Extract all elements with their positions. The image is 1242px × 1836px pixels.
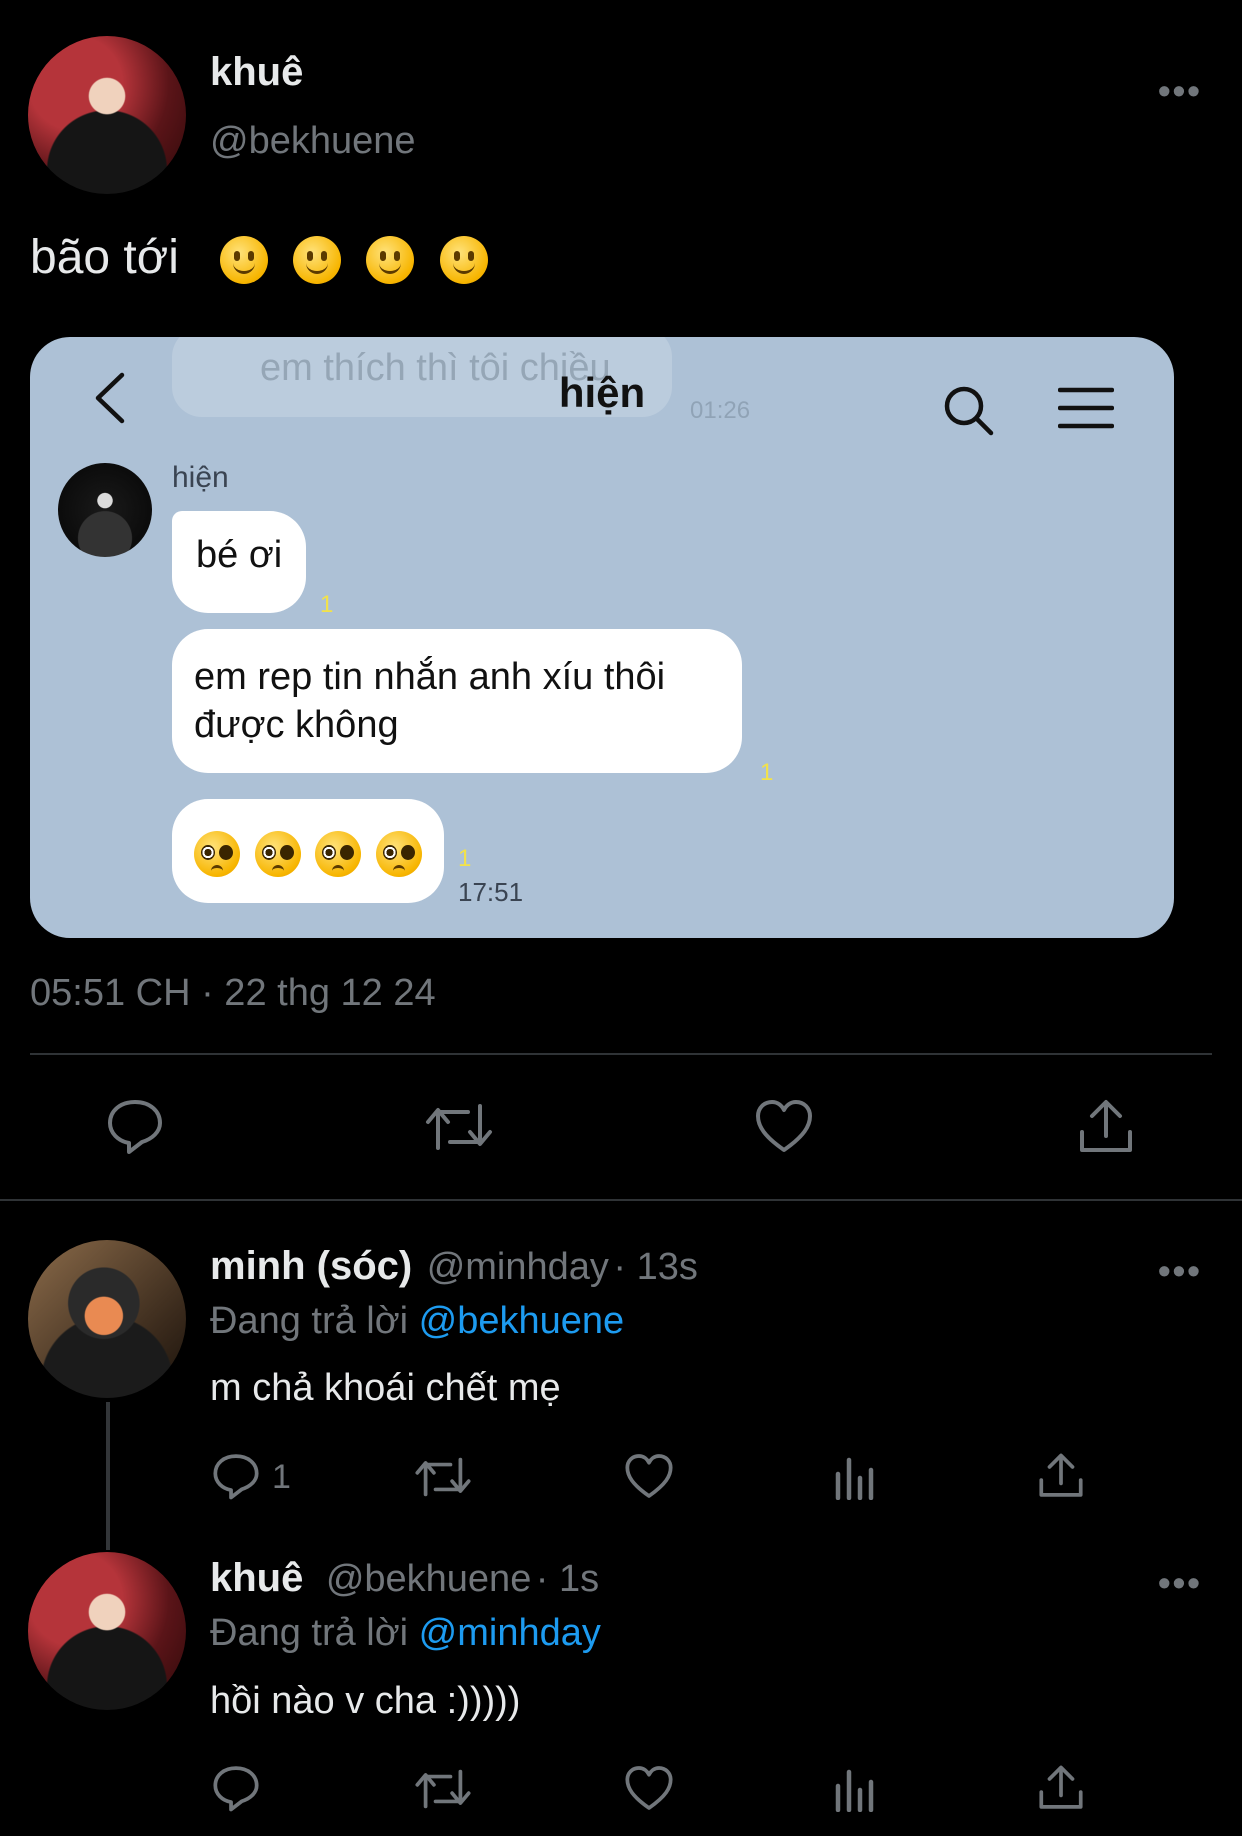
- reply-count: 1: [272, 1458, 291, 1496]
- tweet-timestamp[interactable]: 05:51 CH · 22 thg 12 24: [30, 972, 436, 1015]
- reply-time[interactable]: · 13s: [613, 1246, 697, 1288]
- read-receipt: 1: [458, 845, 472, 872]
- mention-link[interactable]: @minhday: [419, 1612, 601, 1654]
- reply-time[interactable]: · 1s: [536, 1558, 599, 1600]
- reply-icon[interactable]: [212, 1452, 260, 1500]
- reply-avatar[interactable]: [28, 1552, 186, 1710]
- like-icon[interactable]: [624, 1764, 674, 1812]
- reply-header: minh (sóc) @minhday · 13s: [210, 1244, 698, 1289]
- thread-line: [106, 1402, 110, 1550]
- message-text: bé ơi: [196, 534, 283, 576]
- reply-avatar[interactable]: [28, 1240, 186, 1398]
- read-receipt: 1: [760, 759, 774, 786]
- more-options-button[interactable]: •••: [1158, 70, 1202, 112]
- slightly-smiling-face-icon: [366, 236, 415, 285]
- menu-icon: [1058, 385, 1114, 431]
- chat-title: hiện: [558, 369, 646, 416]
- divider: [30, 1053, 1212, 1055]
- like-icon[interactable]: [624, 1452, 674, 1500]
- share-icon[interactable]: [1038, 1452, 1084, 1500]
- replying-to: Đang trả lời @bekhuene: [210, 1300, 624, 1343]
- reply-icon[interactable]: [106, 1098, 164, 1154]
- reply-author-name[interactable]: khuê: [210, 1556, 303, 1600]
- reply-icon[interactable]: [212, 1764, 260, 1812]
- tweet-text-content: bão tới: [30, 231, 179, 284]
- tweet-text: bão tới: [30, 230, 500, 285]
- share-icon[interactable]: [1038, 1764, 1084, 1812]
- reply-author-handle[interactable]: @bekhuene: [326, 1558, 532, 1600]
- sender-avatar: [58, 463, 152, 557]
- mention-link[interactable]: @bekhuene: [419, 1300, 625, 1342]
- analytics-icon[interactable]: [834, 1456, 876, 1500]
- pleading-face-icon: [375, 830, 422, 877]
- reply-author-name[interactable]: minh (sóc): [210, 1244, 412, 1288]
- search-icon: [943, 385, 995, 437]
- message-time: 17:51: [458, 877, 524, 907]
- message-bubble: bé ơi: [172, 511, 307, 613]
- more-options-button[interactable]: •••: [1158, 1250, 1202, 1292]
- author-avatar[interactable]: [28, 36, 186, 194]
- author-handle[interactable]: @bekhuene: [210, 120, 416, 163]
- analytics-icon[interactable]: [834, 1768, 876, 1812]
- reply-text: m chả khoái chết mẹ: [210, 1367, 561, 1409]
- retweet-icon[interactable]: [424, 1100, 494, 1154]
- read-receipt: 1: [320, 591, 334, 618]
- author-name[interactable]: khuê: [210, 50, 303, 95]
- slightly-smiling-face-icon: [292, 236, 341, 285]
- attached-image[interactable]: em thích thì tôi chiều 01:26 hiện hiện b…: [30, 337, 1174, 938]
- message-bubble: em rep tin nhắn anh xíu thôi được không: [172, 629, 742, 773]
- replying-to-label: Đang trả lời: [210, 1300, 409, 1342]
- sender-name: hiện: [172, 461, 229, 494]
- pleading-face-icon: [194, 830, 240, 877]
- reply-author-handle[interactable]: @minhday: [427, 1246, 609, 1288]
- replying-to: Đang trả lời @minhday: [210, 1612, 601, 1655]
- more-options-button[interactable]: •••: [1158, 1562, 1202, 1604]
- slightly-smiling-face-icon: [219, 236, 268, 285]
- reply-header: khuê @bekhuene · 1s: [210, 1556, 599, 1601]
- pleading-face-icon: [254, 830, 301, 877]
- retweet-icon[interactable]: [414, 1766, 472, 1812]
- replying-to-label: Đang trả lời: [210, 1612, 409, 1654]
- share-icon[interactable]: [1078, 1098, 1134, 1156]
- slightly-smiling-face-icon: [439, 236, 488, 285]
- message-text: em rep tin nhắn anh xíu thôi được không: [194, 656, 666, 746]
- message-bubble: [172, 799, 444, 903]
- like-icon[interactable]: [754, 1098, 814, 1154]
- divider: [0, 1199, 1242, 1201]
- retweet-icon[interactable]: [414, 1454, 472, 1500]
- pleading-face-icon: [315, 830, 362, 877]
- reply-text: hồi nào v cha :))))): [210, 1680, 521, 1722]
